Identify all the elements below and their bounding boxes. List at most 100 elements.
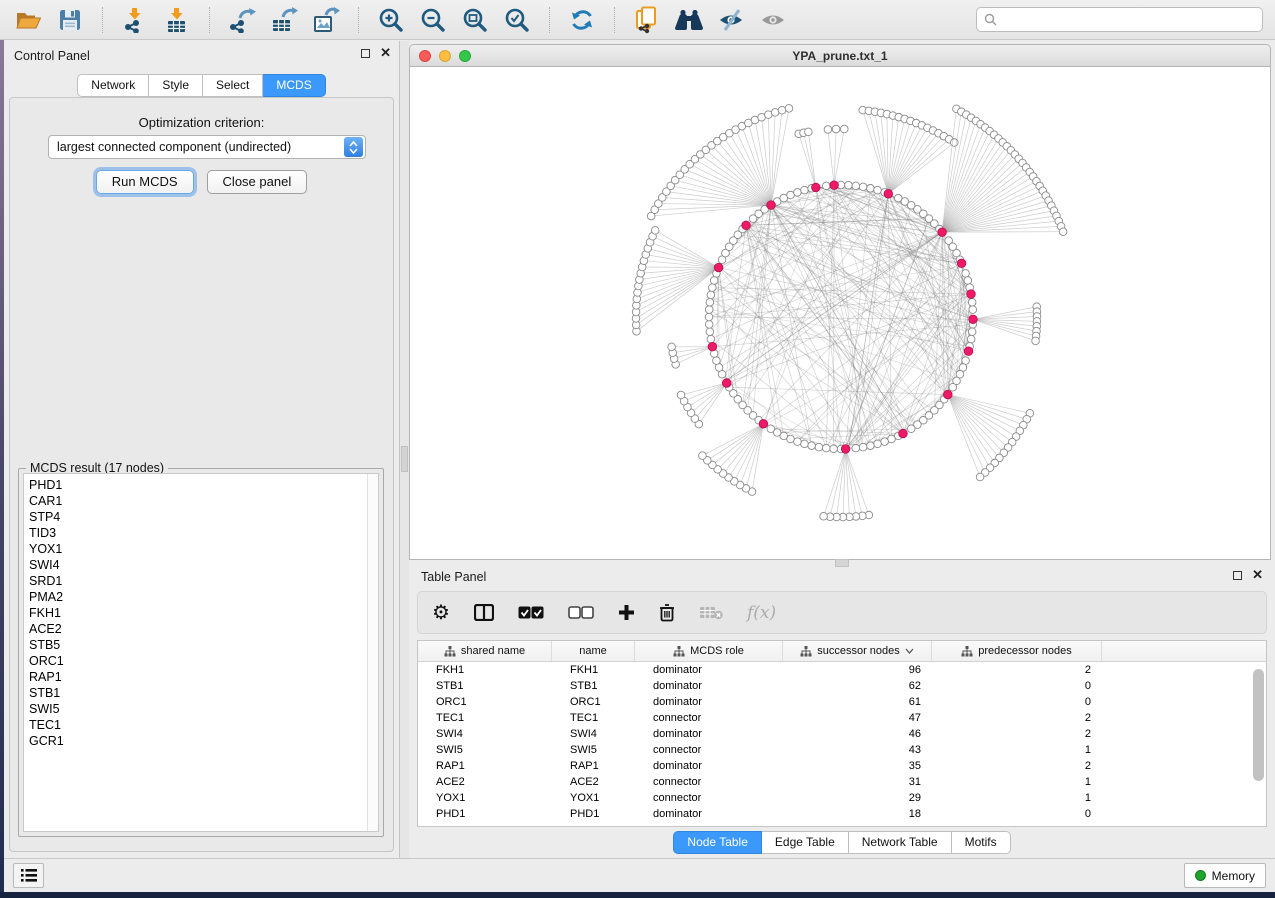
table-settings-button[interactable]: ⚙ xyxy=(432,600,450,626)
network-window-titlebar[interactable]: YPA_prune.txt_1 xyxy=(409,44,1271,67)
export-table-button[interactable] xyxy=(268,5,300,35)
result-node-item[interactable]: STB5 xyxy=(29,637,364,653)
apply-layout-button[interactable] xyxy=(566,5,598,35)
zoom-in-button[interactable] xyxy=(375,5,407,35)
criterion-select[interactable]: largest connected component (undirected) xyxy=(48,135,366,159)
deselect-all-button[interactable] xyxy=(568,600,594,626)
first-neighbors-icon xyxy=(673,8,705,32)
cell-shared_name: TEC1 xyxy=(418,712,552,724)
select-all-button[interactable] xyxy=(518,600,544,626)
result-node-item[interactable]: GCR1 xyxy=(29,733,364,749)
function-builder-button[interactable]: f(x) xyxy=(747,600,776,626)
cell-shared_name: ORC1 xyxy=(418,696,552,708)
column-header-name[interactable]: name xyxy=(552,641,635,661)
cell-successors: 62 xyxy=(783,680,932,692)
table-scrollbar[interactable] xyxy=(1253,666,1264,823)
table-scrollbar-thumb[interactable] xyxy=(1253,669,1264,781)
zoom-out-icon xyxy=(420,7,446,33)
cell-successors: 35 xyxy=(783,760,932,772)
result-node-item[interactable]: SWI4 xyxy=(29,557,364,573)
column-header-predecessor-nodes[interactable]: predecessor nodes xyxy=(932,641,1102,661)
import-table-button[interactable] xyxy=(161,5,193,35)
tab-select[interactable]: Select xyxy=(203,74,263,97)
tab-edge-table[interactable]: Edge Table xyxy=(762,831,849,854)
close-panel-button[interactable]: Close panel xyxy=(207,170,308,194)
result-node-item[interactable]: CAR1 xyxy=(29,493,364,509)
first-neighbors-button[interactable] xyxy=(673,5,705,35)
tab-style[interactable]: Style xyxy=(149,74,203,97)
result-node-item[interactable]: STP4 xyxy=(29,509,364,525)
show-columns-button[interactable] xyxy=(474,600,494,626)
close-window-icon[interactable] xyxy=(419,50,431,62)
mcds-result-items: PHD1CAR1STP4TID3YOX1SWI4SRD1PMA2FKH1ACE2… xyxy=(29,477,364,749)
run-mcds-button[interactable]: Run MCDS xyxy=(96,170,194,194)
zoom-fit-button[interactable] xyxy=(459,5,491,35)
result-node-item[interactable]: RAP1 xyxy=(29,669,364,685)
tab-mcds[interactable]: MCDS xyxy=(263,74,325,97)
table-row[interactable]: YOX1YOX1connector291 xyxy=(418,790,1266,806)
splitter-grip[interactable] xyxy=(401,446,408,472)
maximize-window-icon[interactable] xyxy=(459,50,471,62)
show-all-button[interactable] xyxy=(757,5,789,35)
float-panel-icon[interactable] xyxy=(361,49,370,58)
table-row[interactable]: RAP1RAP1dominator352 xyxy=(418,758,1266,774)
cell-predecessors: 0 xyxy=(932,808,1102,820)
add-column-button[interactable] xyxy=(618,600,635,626)
table-row[interactable]: FKH1FKH1dominator962 xyxy=(418,662,1266,678)
result-node-item[interactable]: ORC1 xyxy=(29,653,364,669)
result-node-item[interactable]: PMA2 xyxy=(29,589,364,605)
search-input[interactable] xyxy=(1002,13,1255,27)
import-network-button[interactable] xyxy=(119,5,151,35)
result-node-item[interactable]: SWI5 xyxy=(29,701,364,717)
tab-node-table[interactable]: Node Table xyxy=(673,831,762,854)
result-node-item[interactable]: ACE2 xyxy=(29,621,364,637)
table-row[interactable]: TEC1TEC1connector472 xyxy=(418,710,1266,726)
cell-shared_name: FKH1 xyxy=(418,664,552,676)
open-session-button[interactable] xyxy=(12,5,44,35)
delete-table-button[interactable] xyxy=(699,600,723,626)
export-network-button[interactable] xyxy=(226,5,258,35)
optimization-criterion-label: Optimization criterion: xyxy=(10,115,393,130)
zoom-out-button[interactable] xyxy=(417,5,449,35)
memory-button[interactable]: Memory xyxy=(1184,863,1266,888)
result-node-item[interactable]: TEC1 xyxy=(29,717,364,733)
network-window-title: YPA_prune.txt_1 xyxy=(792,49,887,63)
result-node-item[interactable]: PHD1 xyxy=(29,477,364,493)
network-search-field[interactable] xyxy=(976,7,1263,32)
export-image-button[interactable] xyxy=(310,5,342,35)
table-row[interactable]: STB1STB1dominator620 xyxy=(418,678,1266,694)
cell-role: connector xyxy=(635,776,783,788)
table-panel-title: Table Panel xyxy=(421,570,486,584)
delete-column-button[interactable] xyxy=(659,600,675,626)
close-table-panel-icon[interactable]: ✕ xyxy=(1252,570,1263,580)
column-header-MCDS-role[interactable]: MCDS role xyxy=(635,641,783,661)
network-canvas[interactable] xyxy=(409,67,1271,560)
result-node-item[interactable]: FKH1 xyxy=(29,605,364,621)
table-row[interactable]: ACE2ACE2connector311 xyxy=(418,774,1266,790)
panel-splitter[interactable] xyxy=(400,41,409,858)
result-scrollbar[interactable] xyxy=(367,474,378,831)
tab-network[interactable]: Network xyxy=(77,74,149,97)
minimize-window-icon[interactable] xyxy=(439,50,451,62)
table-row[interactable]: ORC1ORC1dominator610 xyxy=(418,694,1266,710)
zoom-selected-button[interactable] xyxy=(501,5,533,35)
result-node-item[interactable]: YOX1 xyxy=(29,541,364,557)
save-session-button[interactable] xyxy=(54,5,86,35)
result-node-item[interactable]: SRD1 xyxy=(29,573,364,589)
horizontal-splitter-grip[interactable] xyxy=(835,559,849,567)
task-history-button[interactable] xyxy=(13,863,44,888)
tab-network-table[interactable]: Network Table xyxy=(849,831,952,854)
table-row[interactable]: SWI4SWI4dominator462 xyxy=(418,726,1266,742)
float-table-panel-icon[interactable] xyxy=(1233,571,1242,580)
result-node-item[interactable]: STB1 xyxy=(29,685,364,701)
table-row[interactable]: SWI5SWI5connector431 xyxy=(418,742,1266,758)
tab-motifs[interactable]: Motifs xyxy=(952,831,1011,854)
hide-selected-button[interactable] xyxy=(715,5,747,35)
result-node-item[interactable]: TID3 xyxy=(29,525,364,541)
column-header-shared-name[interactable]: shared name xyxy=(418,641,552,661)
clone-network-button[interactable] xyxy=(631,5,663,35)
column-header-successor-nodes[interactable]: successor nodes xyxy=(783,641,932,661)
clone-network-icon xyxy=(635,6,659,34)
table-row[interactable]: PHD1PHD1dominator180 xyxy=(418,806,1266,822)
close-panel-icon[interactable]: ✕ xyxy=(380,48,391,58)
